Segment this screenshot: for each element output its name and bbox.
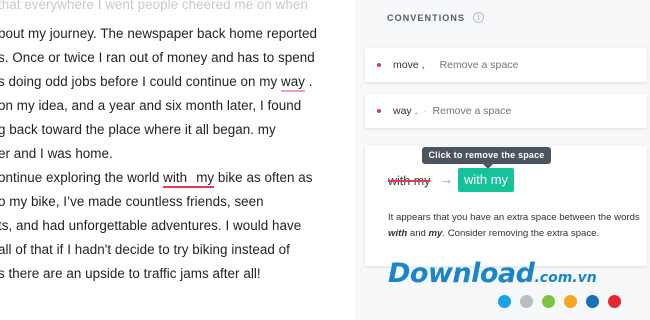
doc-line: bout my journey. The newspaper back home… [0,26,318,41]
tooltip: Click to remove the space [422,147,551,164]
watermark-suffix: .com.vn [534,270,597,286]
watermark-dot [498,295,511,308]
doc-line: ts, and had unforgettable adventures. I … [0,218,302,233]
watermark-dot [564,295,577,308]
explanation-part: . Consider removing the extra space. [442,228,600,239]
watermark-dot [608,295,621,308]
explanation-word: with [388,228,408,239]
doc-line: all of that if I hadn't decide to try bi… [0,242,290,257]
doc-text: ontinue exploring the world [0,170,164,185]
doc-line: s. Once or twice I ran out of money and … [0,50,315,65]
doc-text: . [304,74,313,89]
explanation-part: It appears that you have an extra space … [388,212,640,223]
watermark-dot [520,295,533,308]
doc-line: o my bike, I’ve made countless friends, … [0,194,264,209]
original-text: with my [388,174,431,188]
section-title: CONVENTIONS [387,12,466,23]
suggestion-card-move[interactable]: move , · Remove a space [365,48,647,82]
accept-suggestion-button[interactable]: with my [458,168,515,192]
suggestion-card-way[interactable]: way . · Remove a space [365,94,647,128]
explanation-part: and [407,228,429,239]
conventions-header: CONVENTIONS i [387,12,485,23]
flagged-phrase-with-my[interactable]: with my [163,170,215,188]
explanation-text: It appears that you have an extra space … [388,210,650,242]
flagged-word-with: with [163,170,188,185]
doc-line: on my idea, and a year and six month lat… [0,98,302,113]
watermark-dot [586,295,599,308]
doc-line: that everywhere I went people cheered me… [0,0,308,12]
suggestion-word: move , [393,59,425,71]
separator: · [423,106,427,116]
arrow-right-icon: → [440,172,453,187]
doc-line: ontinue exploring the world with my bike … [0,170,313,188]
watermark-main: Download [388,258,535,289]
doc-text: s doing odd jobs before I could continue… [0,74,281,89]
document-editor[interactable]: that everywhere I went people cheered me… [0,0,355,320]
suggestion-card-expanded[interactable] [365,146,647,266]
doc-line: er and I was home. [0,146,113,161]
suggestion-word: way . [393,105,418,117]
suggestion-action: Remove a space [432,105,512,117]
watermark-dot [542,295,555,308]
doc-line: s there are an upside to traffic jams af… [0,266,261,281]
flagged-word-my: my [196,170,215,185]
doc-text: bike as often as [214,170,313,185]
watermark-logo: Download.com.vn [388,258,597,289]
separator: · [430,60,434,70]
explanation-word: my [428,228,443,239]
doc-line: s doing odd jobs before I could continue… [0,74,313,92]
suggestion-action: Remove a space [439,59,519,71]
error-dot-icon [377,63,381,67]
flagged-word-way[interactable]: way [281,74,305,92]
watermark-dots [498,295,630,308]
doc-line: g back toward the place where it all beg… [0,122,276,137]
info-icon[interactable]: i [473,12,485,23]
error-dot-icon [377,109,381,113]
